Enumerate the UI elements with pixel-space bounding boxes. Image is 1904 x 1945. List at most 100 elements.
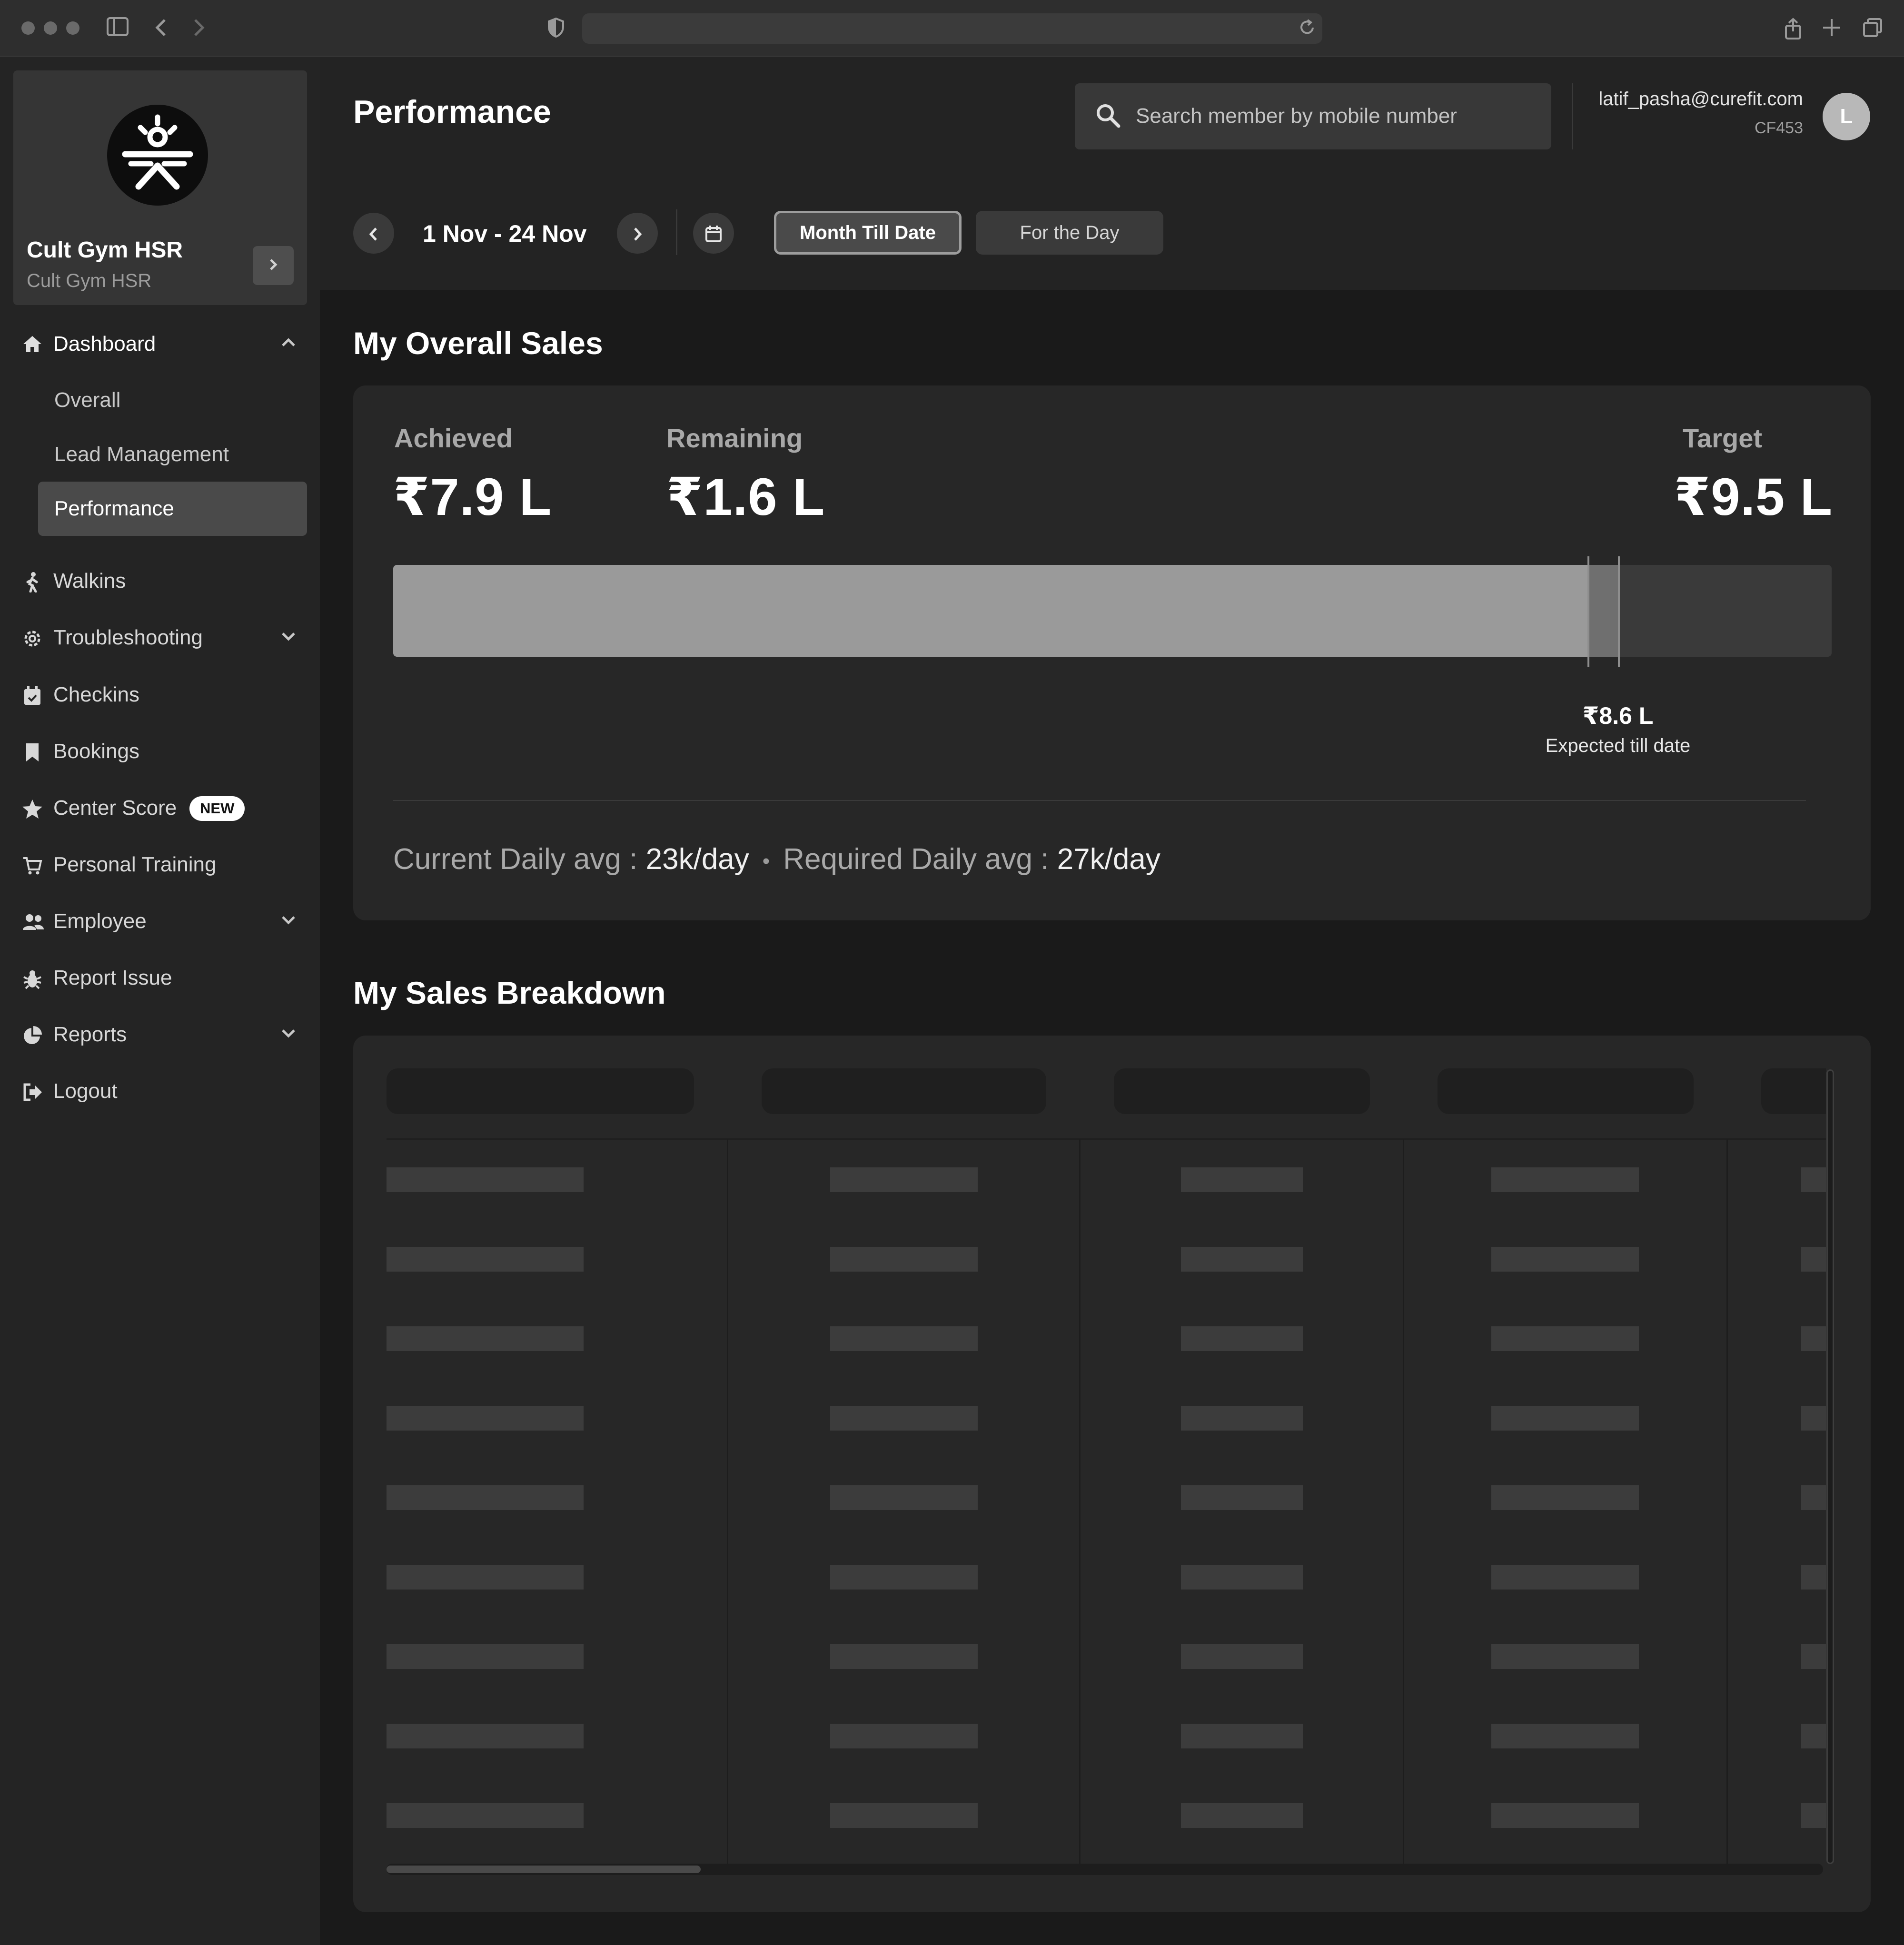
target-value: ₹9.5 L [1674,468,1833,526]
window-zoom-button[interactable] [66,21,79,35]
cult-logo [107,105,208,206]
tab-month-till-date[interactable]: Month Till Date [774,211,962,255]
sidebar-item-label: Dashboard [53,332,156,355]
chevron-down-icon [279,1024,298,1047]
table-cell-skeleton [1801,1485,1826,1510]
horizontal-scrollbar-thumb[interactable] [387,1866,701,1873]
progress-achieved-fill [393,565,1588,657]
achieved-value: ₹7.9 L [393,468,552,526]
current-avg-value: 23k/day [645,843,749,876]
table-cell-skeleton [830,1406,978,1431]
table-cell-skeleton [1801,1406,1826,1431]
sidebar-item-center-score[interactable]: Center Score NEW [0,783,320,835]
search-placeholder: Search member by mobile number [1136,104,1457,128]
walking-icon [22,572,43,593]
table-cell-skeleton [1181,1644,1303,1669]
table-cell-skeleton [1181,1167,1303,1192]
next-period-button[interactable] [617,213,658,254]
sidebar-item-label: Reports [53,1023,127,1046]
calendar-button[interactable] [693,213,734,254]
sidebar-item-reports[interactable]: Reports [0,1009,320,1062]
sidebar-item-label: Troubleshooting [53,626,203,649]
chevron-up-icon [279,333,298,357]
sidebar-item-employee[interactable]: Employee [0,896,320,948]
table-cell-skeleton [830,1644,978,1669]
header-divider [1572,83,1573,149]
table-cell-skeleton [830,1167,978,1192]
sidebar-item-bookings[interactable]: Bookings [0,726,320,779]
star-icon [22,799,43,819]
previous-period-button[interactable] [353,213,394,254]
new-tab-icon[interactable] [1822,17,1841,42]
sidebar-item-walkins[interactable]: Walkins [0,556,320,608]
gym-subtitle: Cult Gym HSR [27,270,152,291]
page-title: Performance [353,94,551,130]
address-bar[interactable] [582,13,1322,44]
sidebar-item-performance[interactable]: Performance [38,482,307,536]
table-cell-skeleton [1181,1326,1303,1351]
table-cell-skeleton [1491,1406,1639,1431]
sidebar-item-report-issue[interactable]: Report Issue [0,953,320,1005]
table-cell-skeleton [387,1406,584,1431]
sidebar-item-lead-management[interactable]: Lead Management [38,427,307,482]
sidebar-item-label: Performance [54,497,174,520]
table-cell-skeleton [1801,1326,1826,1351]
member-search-input[interactable]: Search member by mobile number [1075,83,1551,149]
sidebar-item-overall[interactable]: Overall [38,373,307,427]
sidebar-item-logout[interactable]: Logout [0,1066,320,1118]
tab-for-the-day[interactable]: For the Day [976,211,1163,255]
table-cell-skeleton [1491,1485,1639,1510]
chevron-down-icon [279,627,298,651]
table-cell-skeleton [1801,1565,1826,1590]
forward-icon[interactable] [192,17,207,42]
sidebar-item-label: Employee [53,909,147,933]
table-cell-skeleton [1801,1644,1826,1669]
avatar[interactable]: L [1823,93,1870,140]
tab-overview-icon[interactable] [1862,17,1883,42]
share-icon[interactable] [1784,17,1803,44]
sidebar-item-troubleshooting[interactable]: Troubleshooting [0,612,320,665]
home-icon [22,335,43,355]
filter-divider [676,209,677,255]
table-cell-skeleton [1801,1167,1826,1192]
logout-icon [22,1082,43,1103]
achieved-label: Achieved [394,423,513,453]
expected-marker [1618,556,1620,667]
required-avg-value: 27k/day [1057,843,1160,876]
bug-icon [22,968,43,989]
window-minimize-button[interactable] [44,21,57,35]
table-cell-skeleton [1181,1565,1303,1590]
table-cell-skeleton [830,1485,978,1510]
chevron-right-icon [268,255,279,276]
achieved-marker [1587,556,1589,667]
search-icon [1095,102,1121,131]
window-close-button[interactable] [21,21,35,35]
reload-icon[interactable] [1299,17,1316,42]
table-header-divider [387,1138,1826,1140]
sidebar-item-label: Overall [54,388,121,412]
sidebar-item-personal-training[interactable]: Personal Training [0,839,320,892]
sidebar-item-label: Personal Training [53,853,217,876]
expand-gym-button[interactable] [253,246,294,285]
shield-icon [547,17,565,42]
column-divider [1079,1139,1081,1867]
expected-label: Expected till date [1545,735,1691,756]
sidebar-item-label: Lead Management [54,443,229,466]
table-cell-skeleton [1491,1247,1639,1272]
table-cell-skeleton [387,1326,584,1351]
back-icon[interactable] [153,17,168,42]
sidebar-toggle-icon[interactable] [107,17,129,40]
chevron-right-icon [630,221,645,245]
table-cell-skeleton [387,1644,584,1669]
sidebar-item-checkins[interactable]: Checkins [0,670,320,722]
table-cell-skeleton [830,1724,978,1748]
date-range: 1 Nov - 24 Nov [423,220,587,247]
sidebar-item-dashboard[interactable]: Dashboard [0,319,320,371]
browser-toolbar [0,0,1904,57]
vertical-scrollbar[interactable] [1826,1069,1834,1864]
table-cell-skeleton [387,1724,584,1748]
daily-average-summary: Current Daily avg : 23k/day • Required Dai… [393,842,1160,876]
sidebar-item-label: Center Score [53,796,177,819]
table-header-skeleton [387,1068,694,1114]
table-cell-skeleton [830,1326,978,1351]
